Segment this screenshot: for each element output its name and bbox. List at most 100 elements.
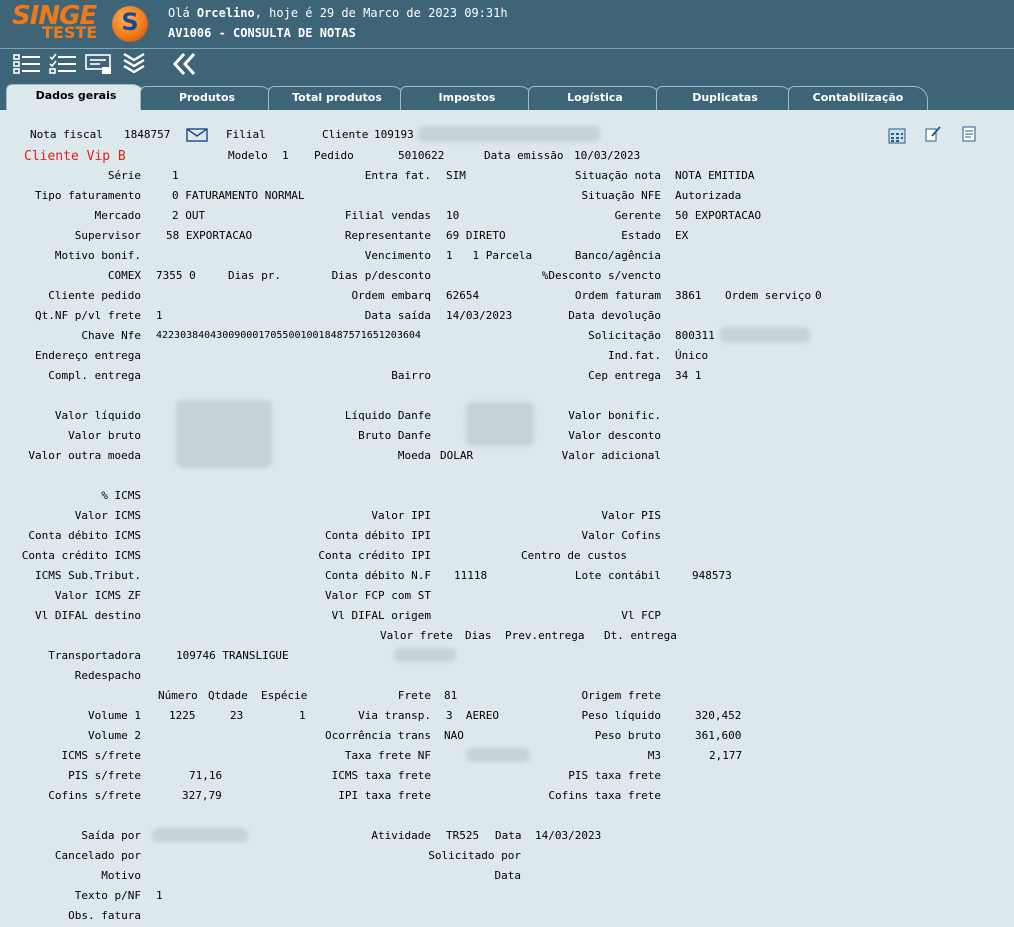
label-peso-bruto: Peso bruto <box>594 729 661 742</box>
app-logo: SINGE TESTE <box>12 2 104 46</box>
label-valor-pis: Valor PIS <box>601 509 661 522</box>
vip-badge: Cliente Vip B <box>24 149 126 164</box>
label-conta-debito-nf: Conta débito N.F <box>325 569 431 582</box>
label-valor-icms: Valor ICMS <box>74 509 141 522</box>
value-comex: 7355 0 <box>156 269 196 282</box>
value-estado: EX <box>675 229 689 242</box>
label-vl-fcp: Vl FCP <box>621 609 661 622</box>
label-volume1: Volume 1 <box>88 709 141 722</box>
redacted-taxa-frete <box>466 748 530 762</box>
label-vl-difal-origem: Vl DIFAL origem <box>331 609 431 622</box>
value-cep-entrega: 34 1 <box>675 369 702 382</box>
calculator-icon[interactable] <box>888 128 906 144</box>
tab-dados-gerais[interactable]: Dados gerais <box>6 84 146 110</box>
value-supervisor: 58 EXPORTACAO <box>166 229 253 242</box>
label-estado: Estado <box>621 229 661 242</box>
collapse-down-icon[interactable] <box>120 52 150 76</box>
label-vencimento: Vencimento <box>364 249 431 262</box>
label-origem-frete: Origem frete <box>581 689 661 702</box>
label-redespacho: Redespacho <box>74 669 141 682</box>
value-data-saida: 14/03/2023 <box>446 309 513 322</box>
label-valor-frete: Valor frete <box>380 629 453 642</box>
label-solicitado-por: Solicitado por <box>428 849 521 862</box>
tab-logistica[interactable]: Logística <box>528 86 662 110</box>
label-endereco-entrega: Endereço entrega <box>35 349 141 362</box>
value-pis-s-frete: 71,16 <box>189 769 223 782</box>
list-icon[interactable] <box>12 52 42 76</box>
label-filial-vendas: Filial vendas <box>344 209 431 222</box>
value-texto-p-nf: 1 <box>156 889 163 902</box>
label-banco-agencia: Banco/agência <box>574 249 661 262</box>
screen-title: AV1006 - CONSULTA DE NOTAS <box>168 26 356 40</box>
label-ocorrencia-trans: Ocorrência trans <box>325 729 431 742</box>
label-pct-icms: % ICMS <box>101 489 141 502</box>
label-valor-outra-moeda: Valor outra moeda <box>28 449 141 462</box>
value-ordem-servico: 0 <box>815 289 822 302</box>
dados-gerais-panel: Nota fiscal 1848757 Filial Cliente 10919… <box>0 110 1014 927</box>
label-lote-contabil: Lote contábil <box>574 569 661 582</box>
label-data-emissao: Data emissão <box>484 149 564 162</box>
value-representante: 69 DIRETO <box>446 229 506 242</box>
value-nota-fiscal: 1848757 <box>124 128 171 141</box>
label-ordem-embarq: Ordem embarq <box>351 289 431 302</box>
value-m3: 2,177 <box>709 749 743 762</box>
value-conta-debito-nf: 11118 <box>454 569 488 582</box>
value-peso-liquido: 320,452 <box>695 709 742 722</box>
value-situacao-nota: NOTA EMITIDA <box>675 169 755 182</box>
label-transportadora: Transportadora <box>48 649 141 662</box>
label-motivo-bonif: Motivo bonif. <box>54 249 141 262</box>
label-via-transp: Via transp. <box>358 709 431 722</box>
label-cliente: Cliente <box>322 128 369 141</box>
label-pis-s-frete: PIS s/frete <box>68 769 141 782</box>
tab-produtos[interactable]: Produtos <box>140 86 274 110</box>
label-serie: Série <box>107 169 141 182</box>
edit-icon[interactable] <box>924 126 942 142</box>
back-double-chevron-icon[interactable] <box>170 52 200 76</box>
label-taxa-frete-nf: Taxa frete NF <box>344 749 431 762</box>
tab-contabilizacao[interactable]: Contabilização <box>788 86 928 110</box>
value-modelo: 1 <box>282 149 289 162</box>
value-via-transp: 3 AEREO <box>446 709 499 722</box>
label-cofins-taxa-frete: Cofins taxa frete <box>548 789 661 802</box>
label-especie: Espécie <box>261 689 308 702</box>
label-motivo: Motivo <box>101 869 141 882</box>
envelope-icon[interactable] <box>186 128 208 142</box>
value-mercado: 2 OUT <box>172 209 206 222</box>
label-obs-fatura: Obs. fatura <box>68 909 141 922</box>
label-pedido: Pedido <box>314 149 354 162</box>
label-comex: COMEX <box>107 269 141 282</box>
label-gerente: Gerente <box>614 209 661 222</box>
form-icon[interactable] <box>84 52 114 76</box>
label-texto-p-nf: Texto p/NF <box>74 889 141 902</box>
tab-duplicatas[interactable]: Duplicatas <box>656 86 794 110</box>
value-lote-contabil: 948573 <box>692 569 732 582</box>
label-ordem-servico: Ordem serviço <box>725 289 812 302</box>
value-peso-bruto: 361,600 <box>695 729 742 742</box>
tab-total-produtos[interactable]: Total produtos <box>268 86 406 110</box>
label-atividade: Atividade <box>371 829 431 842</box>
label-centro-custos: Centro de custos <box>521 549 627 562</box>
value-cliente: 109193 <box>374 128 414 141</box>
value-entra-fat: SIM <box>446 169 466 182</box>
document-icon[interactable] <box>960 126 978 142</box>
value-ocorrencia-trans: NAO <box>444 729 464 742</box>
label-numero: Número <box>158 689 198 702</box>
label-valor-adicional: Valor adicional <box>561 449 661 462</box>
label-data-saida: Data saída <box>364 309 431 322</box>
tab-impostos[interactable]: Impostos <box>400 86 534 110</box>
value-atividade: TR525 <box>446 829 480 842</box>
value-ordem-faturam: 3861 <box>675 289 702 302</box>
label-ipi-taxa-frete: IPI taxa frete <box>338 789 431 802</box>
label-cliente-pedido: Cliente pedido <box>48 289 141 302</box>
greeting-suffix: , hoje é 29 de Marco de 2023 09:31h <box>254 6 508 20</box>
label-conta-debito-icms: Conta débito ICMS <box>28 529 141 542</box>
label-valor-bonific: Valor bonific. <box>568 409 661 422</box>
label-valor-desconto: Valor desconto <box>568 429 661 442</box>
checklist-icon[interactable] <box>48 52 78 76</box>
label-pis-taxa-frete: PIS taxa frete <box>568 769 661 782</box>
value-moeda: DOLAR <box>440 449 474 462</box>
label-qtdade: Qtdade <box>208 689 248 702</box>
label-liquido-danfe: Líquido Danfe <box>344 409 431 422</box>
label-mercado: Mercado <box>94 209 141 222</box>
label-icms-taxa-frete: ICMS taxa frete <box>331 769 431 782</box>
